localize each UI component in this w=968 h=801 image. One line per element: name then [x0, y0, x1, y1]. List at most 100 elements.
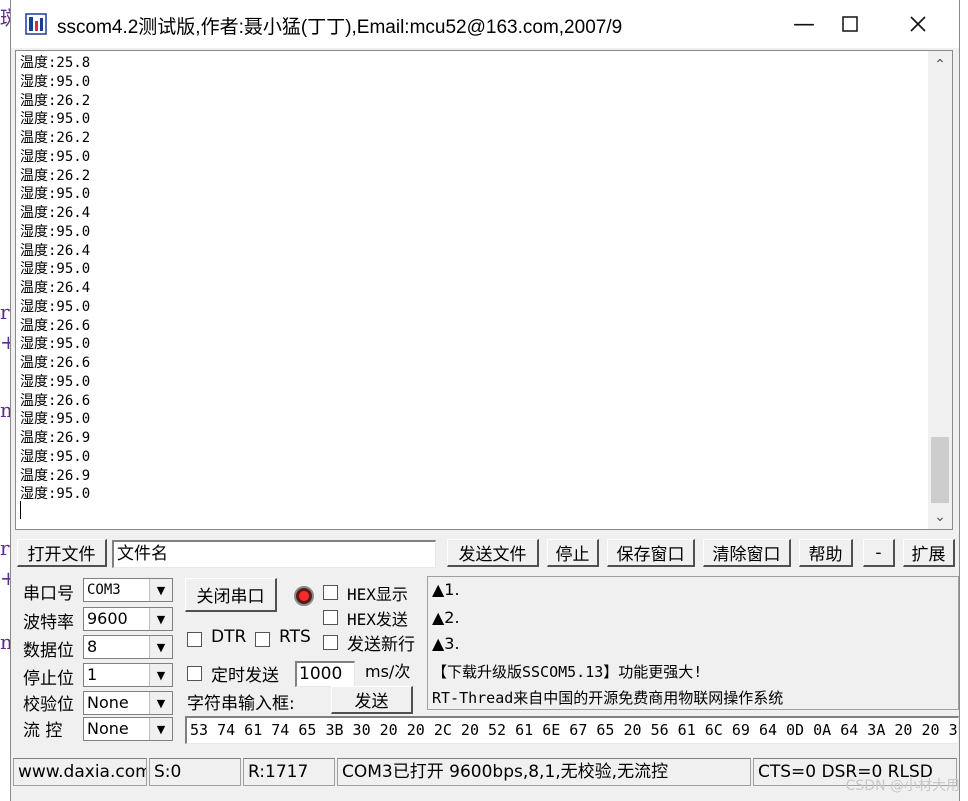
- window-title: sscom4.2测试版,作者:聂小猛(丁丁),Email:mcu52@163.c…: [57, 17, 623, 38]
- info-line-1[interactable]: ▲1.: [432, 580, 460, 599]
- flow-value: None: [87, 719, 129, 738]
- send-button[interactable]: 发送: [331, 686, 413, 714]
- close-port-button[interactable]: 关闭串口: [185, 578, 277, 612]
- parity-label: 校验位: [23, 695, 74, 715]
- port-label: 串口号: [23, 584, 74, 604]
- baud-value: 9600: [87, 609, 128, 628]
- receive-line: 湿度:95.0: [20, 298, 91, 315]
- info-line-3[interactable]: ▲3.: [432, 634, 460, 653]
- baud-label: 波特率: [23, 613, 74, 633]
- receive-line: 湿度:95.0: [20, 261, 91, 278]
- stop-button[interactable]: 停止: [547, 539, 599, 567]
- maximize-button[interactable]: [819, 0, 881, 48]
- receive-line: 湿度:95.0: [20, 111, 91, 128]
- dtr-label: DTR: [211, 627, 247, 647]
- receive-line: 温度:26.2: [20, 92, 91, 109]
- receive-line: 湿度:95.0: [20, 448, 91, 465]
- port-select[interactable]: COM3 ▼: [83, 578, 173, 602]
- databits-label: 数据位: [23, 641, 74, 661]
- receive-line: 温度:26.4: [20, 280, 91, 296]
- hex-send-label: HEX发送: [347, 610, 408, 629]
- receive-text: 温度:25.8 湿度:95.0 温度:26.2 湿度:95.0 温度:26.2 湿度:95…: [20, 54, 90, 504]
- parity-value: None: [87, 693, 129, 712]
- scroll-thumb[interactable]: [931, 437, 949, 503]
- receive-area[interactable]: 温度:25.8 湿度:95.0 温度:26.2 湿度:95.0 温度:26.2 湿度:95…: [15, 50, 953, 530]
- databits-select[interactable]: 8 ▼: [83, 635, 173, 659]
- hex-display-label: HEX显示: [347, 585, 408, 604]
- info-download-link[interactable]: 【下载升级版SSCOM5.13】功能更强大!: [432, 661, 702, 682]
- info-panel: ▲1. ▲2. ▲3. 【下载升级版SSCOM5.13】功能更强大! RT-Th…: [427, 576, 959, 710]
- info-rtthread-link[interactable]: RT-Thread来自中国的开源免费商用物联网操作系统: [432, 687, 783, 708]
- help-button[interactable]: 帮助: [799, 539, 853, 567]
- send-file-button[interactable]: 发送文件: [447, 539, 539, 567]
- scroll-up-icon[interactable]: ⌃: [928, 53, 952, 77]
- port-status-led: [294, 586, 314, 606]
- receive-line: 温度:26.2: [20, 167, 91, 184]
- receive-scrollbar[interactable]: ⌃ ⌄: [928, 51, 952, 529]
- receive-line: 温度:26.4: [20, 205, 91, 221]
- receive-line: 温度:25.8: [20, 55, 91, 71]
- maximize-icon: [842, 16, 858, 32]
- status-port-state: COM3已打开 9600bps,8,1,无校验,无流控: [337, 758, 751, 786]
- send-data-input[interactable]: 53 74 61 74 65 3B 30 20 20 2C 20 52 61 6…: [185, 716, 959, 744]
- chevron-down-icon[interactable]: ▼: [149, 718, 172, 740]
- clear-window-button[interactable]: 清除窗口: [703, 539, 791, 567]
- info-line-2[interactable]: ▲2.: [432, 608, 460, 627]
- stopbits-label: 停止位: [23, 669, 74, 689]
- watermark: CSDN @小材大用: [845, 778, 960, 794]
- status-sent: S:0: [149, 758, 241, 786]
- interval-input[interactable]: 1000: [295, 661, 355, 687]
- receive-line: 湿度:95.0: [20, 373, 91, 390]
- timed-send-label: 定时发送: [211, 666, 279, 686]
- chevron-down-icon[interactable]: ▼: [149, 579, 172, 601]
- databits-value: 8: [87, 637, 98, 656]
- file-name-field[interactable]: 文件名: [112, 540, 436, 568]
- stopbits-select[interactable]: 1 ▼: [83, 663, 173, 687]
- status-received: R:1717: [243, 758, 335, 786]
- receive-line: 湿度:95.0: [20, 73, 91, 90]
- receive-line: 湿度:95.0: [20, 486, 91, 503]
- receive-line: 湿度:95.0: [20, 336, 91, 353]
- rts-label: RTS: [279, 627, 311, 647]
- parity-select[interactable]: None ▼: [83, 691, 173, 715]
- app-icon: [25, 13, 47, 35]
- port-value: COM3: [87, 582, 121, 598]
- close-window-button[interactable]: [887, 0, 949, 48]
- flow-label: 流 控: [23, 721, 63, 741]
- receive-line: 湿度:95.0: [20, 148, 91, 165]
- receive-line: 湿度:95.0: [20, 223, 91, 240]
- chevron-down-icon[interactable]: ▼: [149, 692, 172, 714]
- send-newline-label: 发送新行: [347, 635, 415, 655]
- text-cursor: [20, 501, 21, 519]
- send-newline-checkbox[interactable]: [323, 635, 338, 650]
- receive-line: 湿度:95.0: [20, 411, 91, 428]
- chevron-down-icon[interactable]: ▼: [149, 608, 172, 630]
- hex-send-checkbox[interactable]: [323, 610, 338, 625]
- dtr-checkbox[interactable]: [187, 632, 202, 647]
- collapse-button[interactable]: -: [863, 539, 895, 567]
- flow-select[interactable]: None ▼: [83, 717, 173, 741]
- stopbits-value: 1: [87, 665, 98, 684]
- receive-line: 温度:26.6: [20, 317, 91, 334]
- receive-line: 湿度:95.0: [20, 186, 91, 203]
- receive-line: 温度:26.4: [20, 242, 91, 259]
- receive-line: 温度:26.2: [20, 130, 91, 146]
- hex-display-checkbox[interactable]: [323, 585, 338, 600]
- expand-button[interactable]: 扩展: [903, 539, 955, 567]
- save-window-button[interactable]: 保存窗口: [607, 539, 695, 567]
- status-bar: www.daxia.com S:0 R:1717 COM3已打开 9600bps…: [11, 758, 959, 788]
- string-input-label: 字符串输入框:: [187, 694, 295, 714]
- minimize-icon: —: [793, 11, 815, 37]
- baud-select[interactable]: 9600 ▼: [83, 607, 173, 631]
- receive-line: 温度:26.9: [20, 467, 91, 484]
- chevron-down-icon[interactable]: ▼: [149, 664, 172, 686]
- rts-checkbox[interactable]: [255, 632, 270, 647]
- open-file-button[interactable]: 打开文件: [17, 539, 107, 567]
- status-site[interactable]: www.daxia.com: [13, 758, 147, 786]
- scroll-down-icon[interactable]: ⌄: [928, 505, 952, 529]
- chevron-down-icon[interactable]: ▼: [149, 636, 172, 658]
- receive-line: 温度:26.9: [20, 430, 91, 446]
- app-window: sscom4.2测试版,作者:聂小猛(丁丁),Email:mcu52@163.c…: [10, 0, 960, 801]
- timed-send-checkbox[interactable]: [187, 666, 202, 681]
- close-icon: [910, 16, 926, 32]
